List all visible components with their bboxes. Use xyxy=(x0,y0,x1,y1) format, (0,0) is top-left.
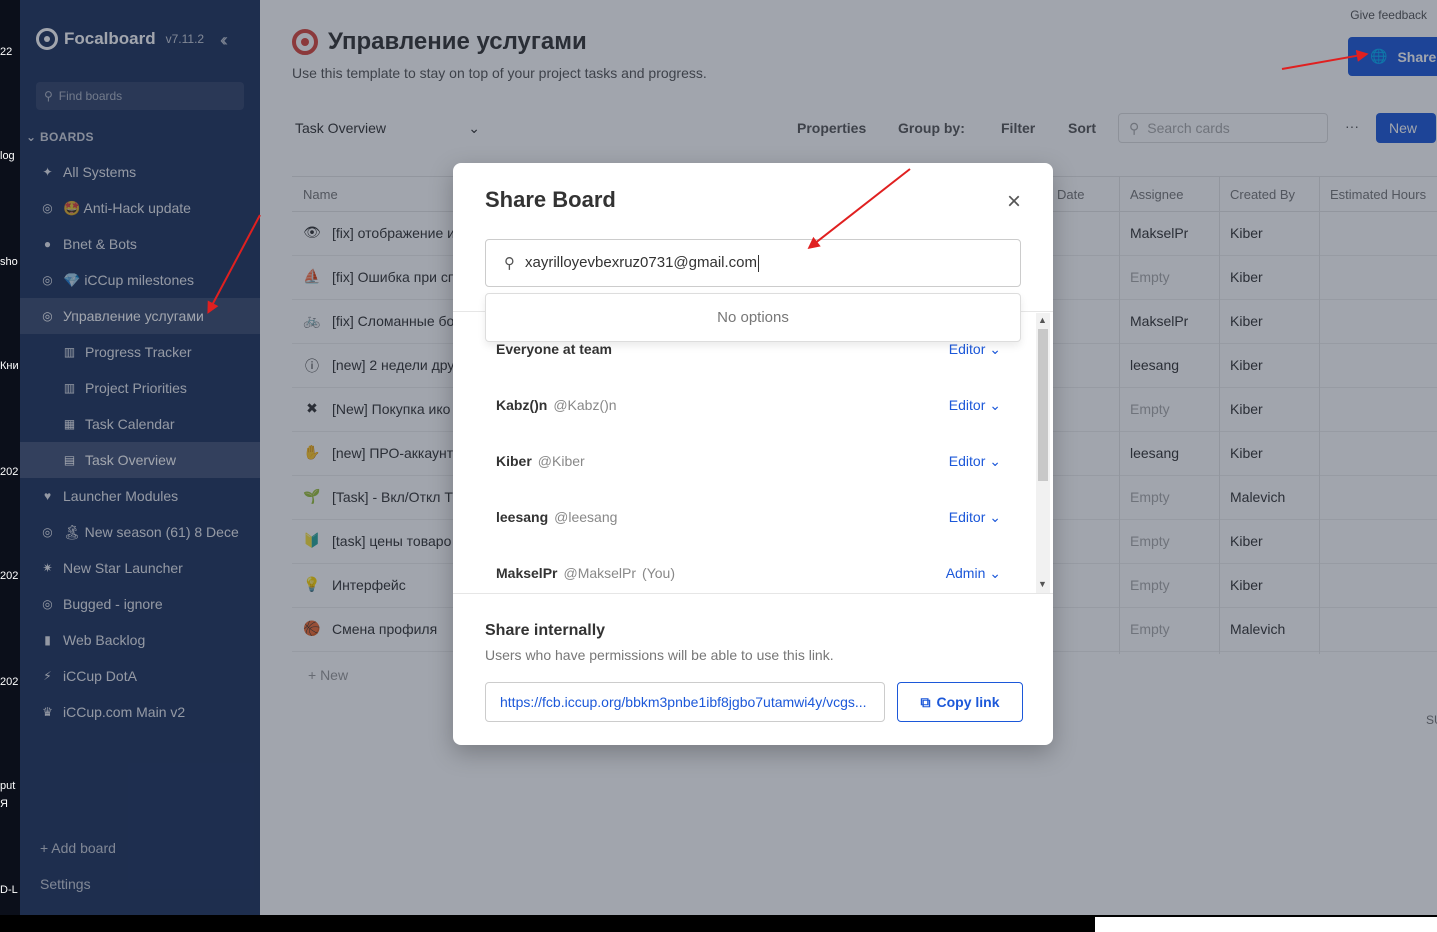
chevron-down-icon: ⌄ xyxy=(985,397,1001,413)
focalboard-window: Focalboard v7.11.2 ‹‹ ⚲ Find boards ⌄ BO… xyxy=(20,0,1437,915)
user-permission-row: leesang @leesang Editor ⌄ xyxy=(496,509,1001,537)
chevron-down-icon: ⌄ xyxy=(985,341,1001,357)
you-badge: (You) xyxy=(642,565,675,581)
user-handle: @MakselPr xyxy=(563,565,637,581)
user-permission-row: Kiber @Kiber Editor ⌄ xyxy=(496,453,1001,481)
share-link[interactable]: https://fcb.iccup.org/bbkm3pnbe1ibf8jgbo… xyxy=(485,682,885,722)
desktop-label: D-L xyxy=(0,884,18,896)
close-icon[interactable]: × xyxy=(1001,189,1027,215)
desktop-label: 202 xyxy=(0,570,19,582)
invite-input-value: xayrilloyevbexruz0731@gmail.com xyxy=(525,254,757,272)
user-permissions-list: Everyone at team Editor ⌄ Kabz()n @Kabz()n E… xyxy=(453,313,1053,593)
user-list-scrollbar[interactable]: ▲ ▼ xyxy=(1036,313,1050,593)
desktop-label: Кни xyxy=(0,360,19,372)
desktop-label: 22 xyxy=(0,46,13,58)
text-caret xyxy=(758,254,759,272)
desktop-label: sho xyxy=(0,256,18,268)
desktop-label: put xyxy=(0,780,16,792)
chevron-down-icon: ⌄ xyxy=(985,565,1001,581)
search-icon: ⚲ xyxy=(504,255,515,272)
user-name: Kabz()n xyxy=(496,397,548,413)
taskbar-edge xyxy=(0,915,1437,932)
role-label: Admin xyxy=(945,565,986,581)
copy-link-label: Copy link xyxy=(936,694,1000,710)
role-dropdown[interactable]: Editor ⌄ xyxy=(949,341,1001,358)
user-name: leesang xyxy=(496,509,549,525)
desktop-label: 202 xyxy=(0,676,19,688)
chevron-down-icon: ⌄ xyxy=(985,453,1001,469)
role-label: Editor xyxy=(948,341,986,357)
scroll-down-arrow-icon[interactable]: ▼ xyxy=(1038,579,1047,589)
divider xyxy=(453,593,1053,594)
role-label: Editor xyxy=(948,509,986,525)
share-board-dialog: Share Board × ⚲ xayrilloyevbexruz0731@gm… xyxy=(453,163,1053,745)
desktop-label: log xyxy=(0,150,15,162)
user-permission-row: MakselPr @MakselPr (You) Admin ⌄ xyxy=(496,565,1001,593)
share-internally-description: Users who have permissions will be able … xyxy=(485,647,834,663)
copy-link-button[interactable]: ⧉ Copy link xyxy=(897,682,1023,722)
user-handle: @Kabz()n xyxy=(553,397,617,413)
copy-icon: ⧉ xyxy=(920,693,931,710)
role-label: Editor xyxy=(948,453,986,469)
autocomplete-dropdown: No options xyxy=(485,293,1021,342)
desktop-label: 202 xyxy=(0,466,19,478)
dialog-title: Share Board xyxy=(485,187,616,212)
scrollbar-thumb[interactable] xyxy=(1038,329,1048,481)
desktop-strip: 22 log sho Кни 202 202 202 put Я D-L xyxy=(0,0,20,932)
no-options-text: No options xyxy=(717,309,789,326)
user-handle: @Kiber xyxy=(537,453,585,469)
user-permission-row: Everyone at team Editor ⌄ xyxy=(496,341,1001,369)
scroll-up-arrow-icon[interactable]: ▲ xyxy=(1038,315,1047,325)
user-name: Kiber xyxy=(496,453,532,469)
share-internally-title: Share internally xyxy=(485,622,606,639)
user-name: Everyone at team xyxy=(496,341,612,357)
role-label: Editor xyxy=(948,397,986,413)
chevron-down-icon: ⌄ xyxy=(985,509,1001,525)
role-dropdown[interactable]: Editor ⌄ xyxy=(949,397,1001,414)
role-dropdown[interactable]: Editor ⌄ xyxy=(949,453,1001,470)
role-dropdown[interactable]: Editor ⌄ xyxy=(949,509,1001,526)
desktop-label: Я xyxy=(0,798,8,810)
invite-user-input[interactable]: ⚲ xayrilloyevbexruz0731@gmail.com xyxy=(485,239,1021,287)
role-dropdown[interactable]: Admin ⌄ xyxy=(946,565,1001,582)
user-name: MakselPr xyxy=(496,565,558,581)
user-permission-row: Kabz()n @Kabz()n Editor ⌄ xyxy=(496,397,1001,425)
user-handle: @leesang xyxy=(554,509,618,525)
